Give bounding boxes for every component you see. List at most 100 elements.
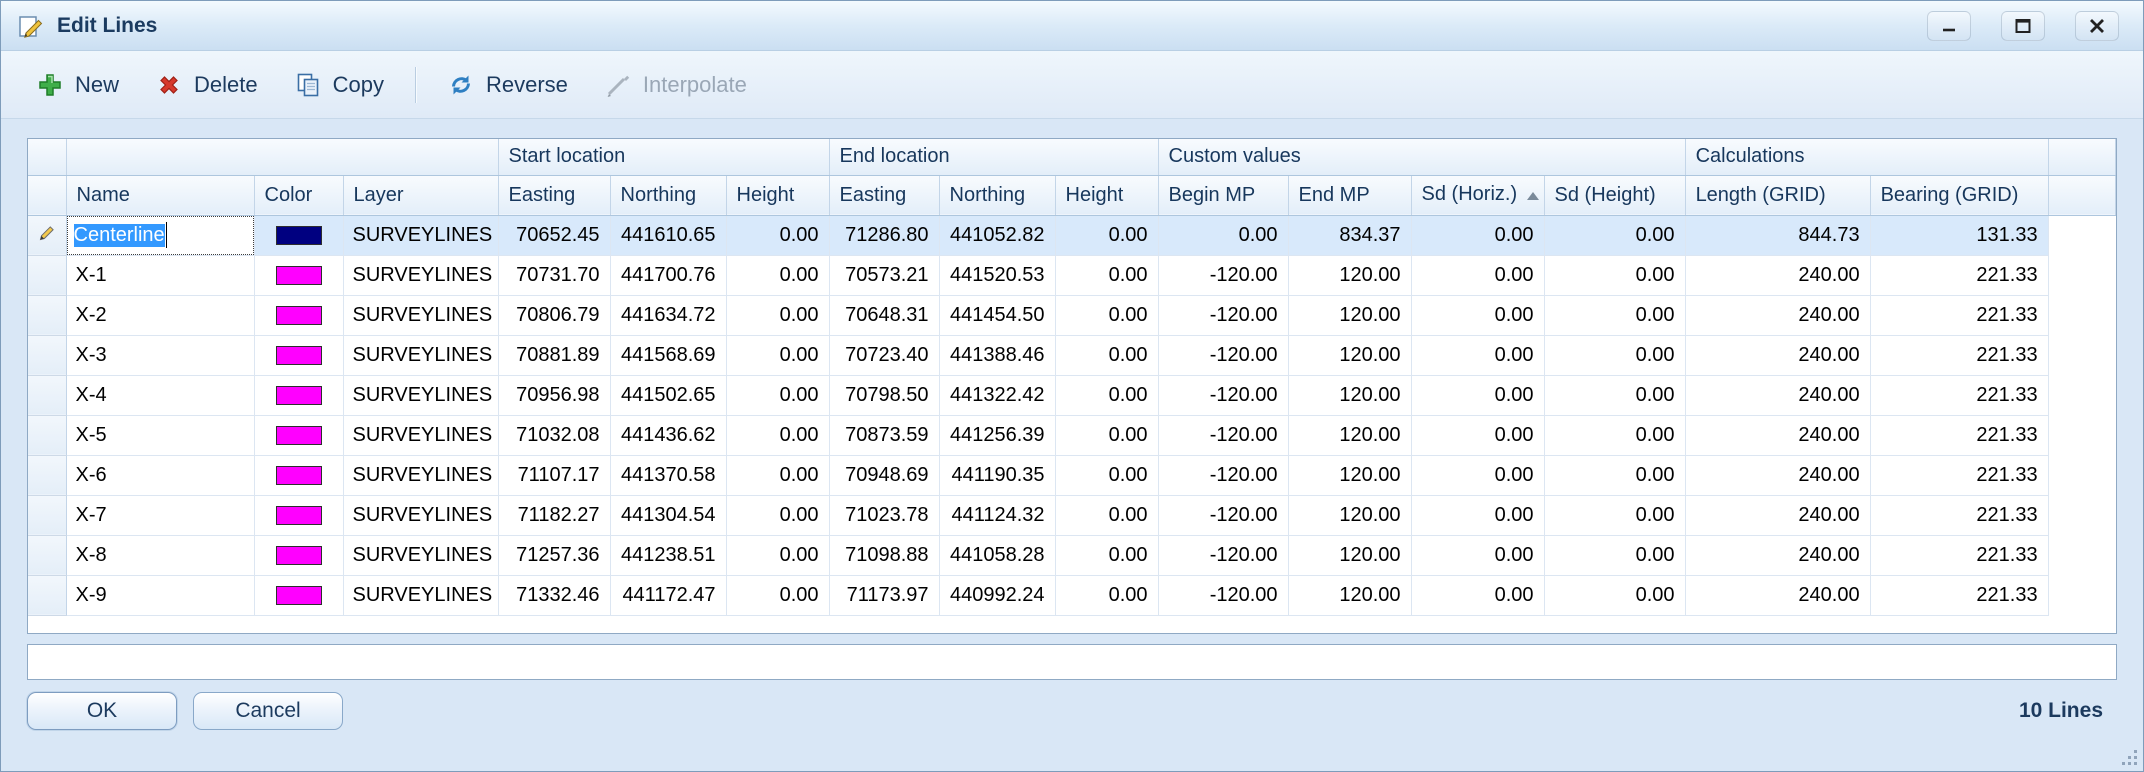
resize-grip[interactable] [2121, 749, 2138, 766]
cell-name[interactable]: X-2 [66, 295, 254, 335]
color-swatch[interactable] [276, 426, 322, 445]
cell-eh[interactable]: 0.00 [1055, 295, 1158, 335]
close-button[interactable] [2075, 11, 2119, 41]
cell-sdHeight[interactable]: 0.00 [1544, 495, 1685, 535]
color-swatch[interactable] [276, 226, 322, 245]
cell-length[interactable]: 240.00 [1685, 495, 1870, 535]
cell-sn[interactable]: 441436.62 [610, 415, 726, 455]
cell-en[interactable]: 441388.46 [939, 335, 1055, 375]
cell-eh[interactable]: 0.00 [1055, 455, 1158, 495]
cell-sh[interactable]: 0.00 [726, 575, 829, 615]
cell-name[interactable]: X-5 [66, 415, 254, 455]
cell-layer[interactable]: SURVEYLINES [343, 415, 498, 455]
cell-color[interactable] [254, 215, 343, 255]
cell-sn[interactable]: 441634.72 [610, 295, 726, 335]
cell-eh[interactable]: 0.00 [1055, 495, 1158, 535]
cell-eh[interactable]: 0.00 [1055, 215, 1158, 255]
cell-sdHeight[interactable]: 0.00 [1544, 335, 1685, 375]
cell-sdHoriz[interactable]: 0.00 [1411, 575, 1544, 615]
cell-bearing[interactable]: 221.33 [1870, 495, 2048, 535]
cell-sn[interactable]: 441502.65 [610, 375, 726, 415]
cell-sn[interactable]: 441700.76 [610, 255, 726, 295]
cell-beginMp[interactable]: -120.00 [1158, 535, 1288, 575]
color-swatch[interactable] [276, 386, 322, 405]
cell-en[interactable]: 441520.53 [939, 255, 1055, 295]
cell-sh[interactable]: 0.00 [726, 215, 829, 255]
cell-bearing[interactable]: 221.33 [1870, 415, 2048, 455]
cell-length[interactable]: 240.00 [1685, 255, 1870, 295]
cell-en[interactable]: 441454.50 [939, 295, 1055, 335]
cell-bearing[interactable]: 221.33 [1870, 335, 2048, 375]
color-swatch[interactable] [276, 306, 322, 325]
column-header-beginMp[interactable]: Begin MP [1158, 175, 1288, 215]
cell-sdHeight[interactable]: 0.00 [1544, 255, 1685, 295]
cell-beginMp[interactable]: -120.00 [1158, 455, 1288, 495]
cell-se[interactable]: 71182.27 [498, 495, 610, 535]
copy-button[interactable]: Copy [279, 62, 399, 108]
cell-se[interactable]: 71257.36 [498, 535, 610, 575]
cell-sdHoriz[interactable]: 0.00 [1411, 495, 1544, 535]
row-indicator[interactable] [28, 335, 66, 375]
cancel-button[interactable]: Cancel [193, 692, 343, 730]
cell-endMp[interactable]: 120.00 [1288, 535, 1411, 575]
cell-bearing[interactable]: 221.33 [1870, 255, 2048, 295]
color-swatch[interactable] [276, 266, 322, 285]
cell-sh[interactable]: 0.00 [726, 335, 829, 375]
column-header-ee[interactable]: Easting [829, 175, 939, 215]
cell-length[interactable]: 240.00 [1685, 295, 1870, 335]
column-header-sn[interactable]: Northing [610, 175, 726, 215]
cell-eh[interactable]: 0.00 [1055, 535, 1158, 575]
cell-beginMp[interactable]: 0.00 [1158, 215, 1288, 255]
cell-endMp[interactable]: 120.00 [1288, 575, 1411, 615]
cell-name[interactable]: X-9 [66, 575, 254, 615]
cell-sdHoriz[interactable]: 0.00 [1411, 295, 1544, 335]
cell-beginMp[interactable]: -120.00 [1158, 295, 1288, 335]
cell-ee[interactable]: 71286.80 [829, 215, 939, 255]
cell-ee[interactable]: 70723.40 [829, 335, 939, 375]
column-header-eh[interactable]: Height [1055, 175, 1158, 215]
cell-sh[interactable]: 0.00 [726, 295, 829, 335]
cell-bearing[interactable]: 221.33 [1870, 295, 2048, 335]
cell-name[interactable]: X-7 [66, 495, 254, 535]
cell-beginMp[interactable]: -120.00 [1158, 495, 1288, 535]
row-indicator[interactable] [28, 415, 66, 455]
cell-layer[interactable]: SURVEYLINES [343, 455, 498, 495]
column-header-length[interactable]: Length (GRID) [1685, 175, 1870, 215]
ok-button[interactable]: OK [27, 692, 177, 730]
cell-sdHoriz[interactable]: 0.00 [1411, 455, 1544, 495]
cell-beginMp[interactable]: -120.00 [1158, 415, 1288, 455]
cell-bearing[interactable]: 131.33 [1870, 215, 2048, 255]
cell-endMp[interactable]: 120.00 [1288, 495, 1411, 535]
cell-beginMp[interactable]: -120.00 [1158, 335, 1288, 375]
cell-name[interactable]: X-8 [66, 535, 254, 575]
cell-sdHeight[interactable]: 0.00 [1544, 295, 1685, 335]
cell-endMp[interactable]: 120.00 [1288, 375, 1411, 415]
cell-name[interactable]: X-1 [66, 255, 254, 295]
cell-beginMp[interactable]: -120.00 [1158, 375, 1288, 415]
cell-endMp[interactable]: 834.37 [1288, 215, 1411, 255]
cell-en[interactable]: 441058.28 [939, 535, 1055, 575]
cell-endMp[interactable]: 120.00 [1288, 295, 1411, 335]
cell-en[interactable]: 441190.35 [939, 455, 1055, 495]
cell-se[interactable]: 70806.79 [498, 295, 610, 335]
color-swatch[interactable] [276, 346, 322, 365]
cell-name[interactable]: X-3 [66, 335, 254, 375]
cell-se[interactable]: 71032.08 [498, 415, 610, 455]
cell-se[interactable]: 71107.17 [498, 455, 610, 495]
cell-en[interactable]: 441256.39 [939, 415, 1055, 455]
row-indicator[interactable] [28, 455, 66, 495]
cell-endMp[interactable]: 120.00 [1288, 335, 1411, 375]
cell-bearing[interactable]: 221.33 [1870, 375, 2048, 415]
cell-sh[interactable]: 0.00 [726, 495, 829, 535]
cell-endMp[interactable]: 120.00 [1288, 415, 1411, 455]
cell-en[interactable]: 441322.42 [939, 375, 1055, 415]
row-indicator[interactable] [28, 255, 66, 295]
cell-sdHoriz[interactable]: 0.00 [1411, 375, 1544, 415]
cell-sdHeight[interactable]: 0.00 [1544, 575, 1685, 615]
reverse-button[interactable]: Reverse [432, 62, 583, 108]
row-indicator[interactable] [28, 495, 66, 535]
color-swatch[interactable] [276, 546, 322, 565]
column-header-bearing[interactable]: Bearing (GRID) [1870, 175, 2048, 215]
cell-en[interactable]: 441124.32 [939, 495, 1055, 535]
cell-ee[interactable]: 71098.88 [829, 535, 939, 575]
